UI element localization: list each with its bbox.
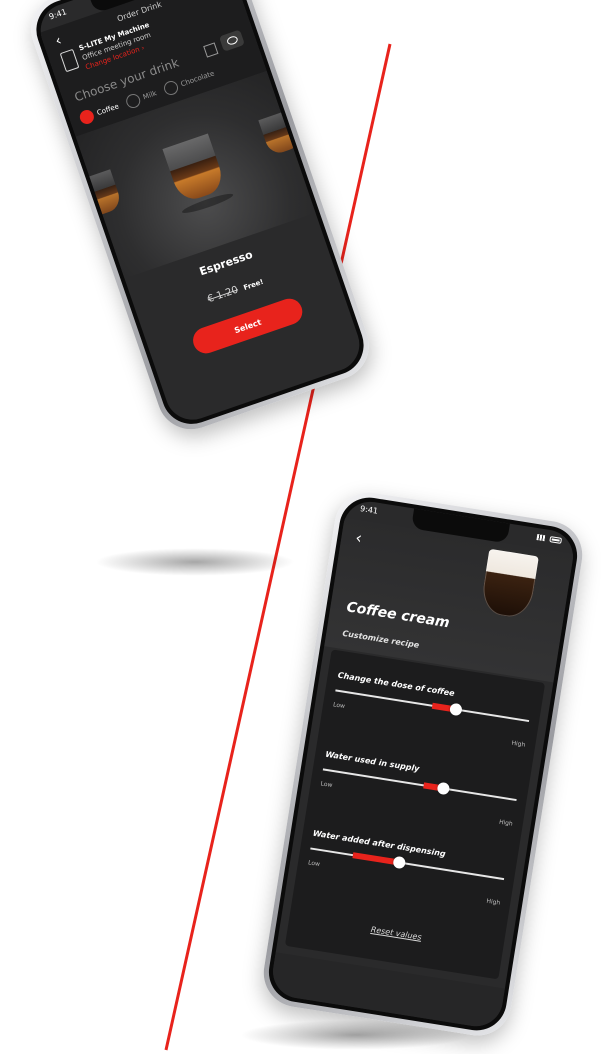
high-label: High — [511, 739, 526, 749]
slider-handle[interactable] — [436, 781, 450, 796]
signal-icon — [536, 533, 548, 542]
recipe-settings-panel: Change the dose of coffee Low High Water … — [284, 649, 546, 980]
espresso-glass — [162, 133, 227, 204]
reset-values-link[interactable]: Reset values — [289, 912, 504, 955]
eye-icon — [225, 35, 239, 47]
low-label: Low — [307, 859, 321, 869]
battery-icon — [549, 535, 563, 544]
customize-recipe-screen: 9:41 ‹ Coffee cream Customize recipe Cha… — [269, 497, 577, 1031]
coffee-dose-slider[interactable]: Change the dose of coffee Low High — [331, 671, 532, 749]
water-added-slider[interactable]: Water added after dispensing Low High — [306, 829, 507, 907]
high-label: High — [485, 897, 501, 907]
low-label: Low — [332, 701, 346, 711]
old-price: € 1.20 — [206, 284, 240, 306]
low-label: Low — [320, 780, 333, 790]
phone-drink-selection: 9:41 ‹ Order Drink S-LITE My Machine Off… — [21, 0, 379, 439]
free-label: Free! — [242, 277, 265, 292]
phone1-floor-shadow — [95, 548, 295, 576]
phone-recipe-customize: 9:41 ‹ Coffee cream Customize recipe Cha… — [258, 487, 588, 1041]
status-time: 9:41 — [47, 7, 68, 22]
status-time: 9:41 — [359, 504, 379, 516]
high-label: High — [498, 818, 514, 828]
slider-handle[interactable] — [392, 855, 407, 870]
water-supply-slider[interactable]: Water used in supply Low High — [319, 750, 520, 828]
slider-handle[interactable] — [448, 702, 463, 717]
